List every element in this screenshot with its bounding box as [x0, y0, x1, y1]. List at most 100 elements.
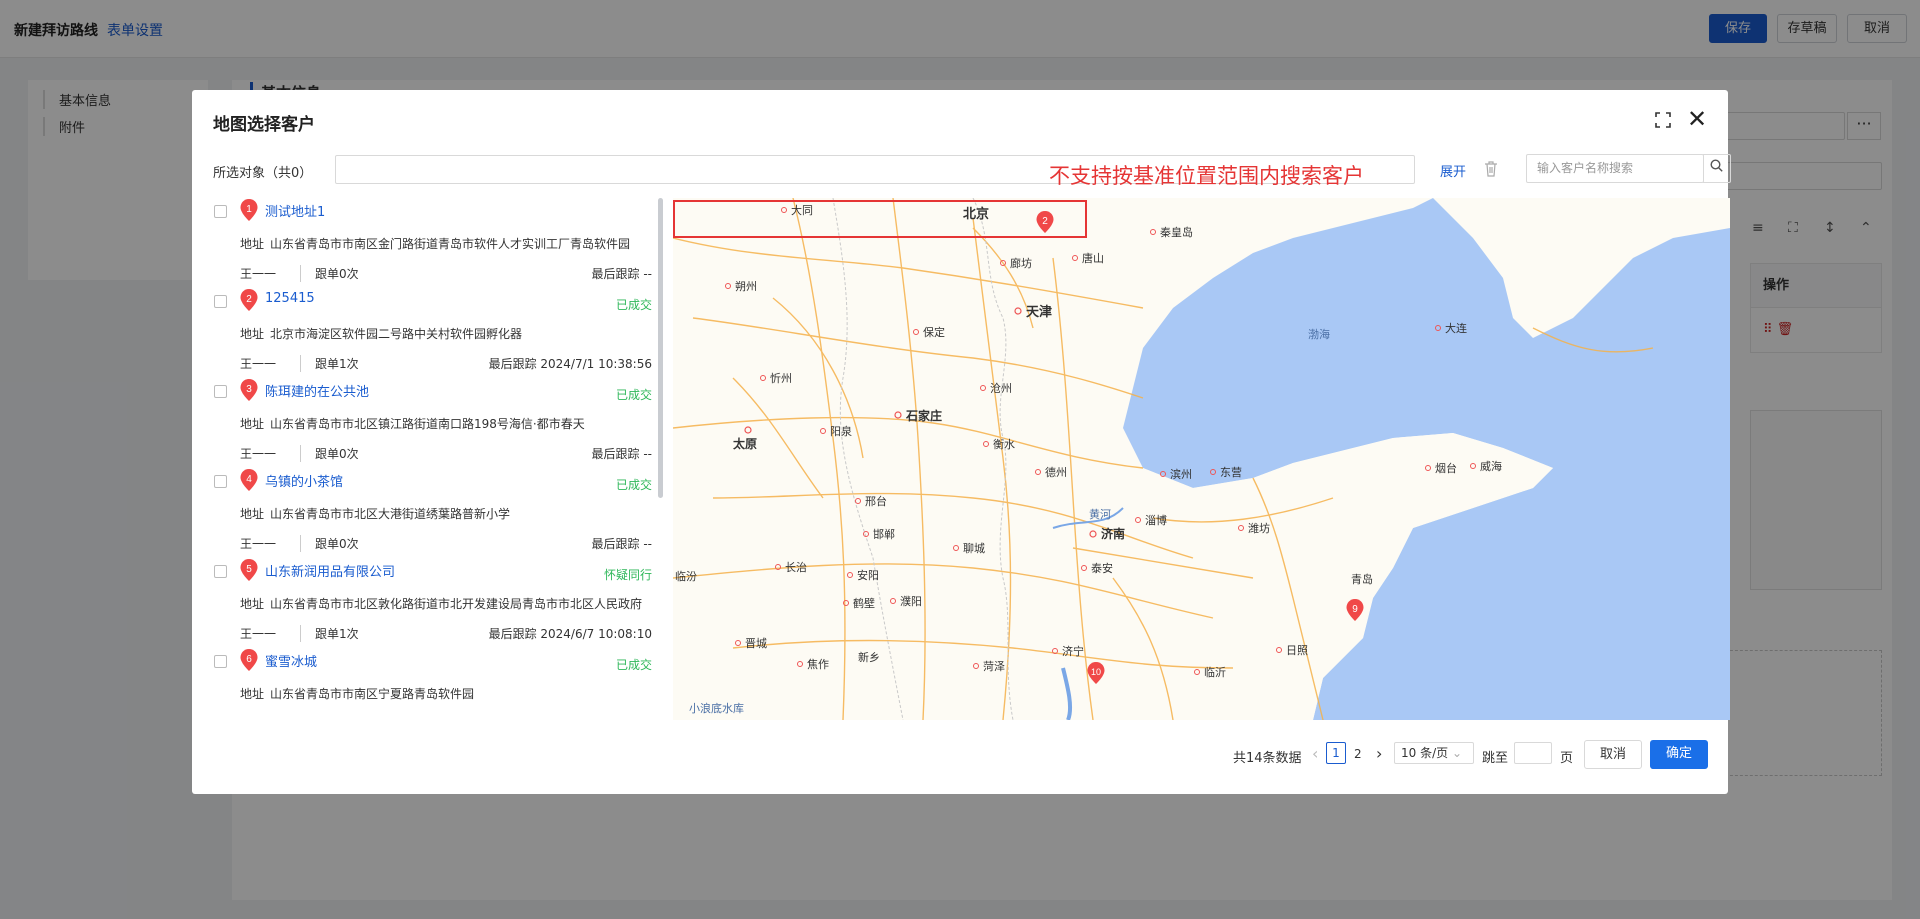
svg-text:保定: 保定 [923, 325, 945, 339]
svg-text:潍坊: 潍坊 [1248, 521, 1270, 535]
svg-text:泰安: 泰安 [1091, 561, 1113, 575]
svg-text:秦皇岛: 秦皇岛 [1160, 225, 1193, 239]
dialog-confirm-button[interactable]: 确定 [1650, 740, 1708, 769]
city-marker: 廊坊 [1000, 256, 1032, 270]
svg-text:烟台: 烟台 [1435, 461, 1457, 475]
svg-text:菏泽: 菏泽 [983, 660, 1005, 673]
customer-name-link[interactable]: 125415 [265, 291, 315, 306]
map-select-customer-dialog: 地图选择客户 ✕ 所选对象（共0） 展开 输入客户名称搜索 1 测试地址1 地址… [192, 90, 1731, 794]
svg-text:石家庄: 石家庄 [905, 408, 942, 423]
svg-text:9: 9 [1352, 604, 1358, 615]
page-1[interactable]: 1 [1326, 742, 1346, 764]
city-marker: 青岛 [1351, 572, 1373, 586]
svg-text:沧州: 沧州 [990, 381, 1012, 395]
map-pin-icon: 4 [240, 469, 258, 491]
list-item: 3 陈珥建的在公共池 已成交 地址 山东省青岛市市北区镇江路街道南口路198号海信… [212, 378, 652, 468]
list-item: 1 测试地址1 地址 山东省青岛市市南区金门路街道青岛市软件人才实训工厂青岛软件园… [212, 198, 652, 288]
svg-text:阳泉: 阳泉 [830, 424, 852, 438]
city-marker: 晋城 [735, 637, 767, 650]
city-marker: 秦皇岛 [1150, 225, 1193, 239]
list-item: 2 125415 已成交 地址 北京市海淀区软件园二号路中关村软件园孵化器 王一一… [212, 288, 652, 378]
follow-count: 跟单1次 [300, 355, 359, 372]
svg-text:6: 6 [246, 654, 252, 665]
city-marker: 唐山 [1072, 251, 1104, 265]
status-badge: 已成交 [615, 388, 652, 402]
svg-text:青岛: 青岛 [1351, 572, 1373, 586]
dialog-cancel-button[interactable]: 取消 [1584, 740, 1642, 769]
last-follow: 最后跟踪 2024/6/7 10:08:10 [488, 627, 652, 641]
total-count: 共14条数据 [1233, 751, 1302, 766]
status-badge: 已成交 [615, 298, 652, 312]
svg-text:大连: 大连 [1445, 321, 1467, 335]
prev-page-icon[interactable]: ‹ [1312, 744, 1318, 763]
list-item: 4 乌镇的小茶馆 已成交 地址 山东省青岛市市北区大港街道绣葉路普新小学 王一一 … [212, 468, 652, 558]
customer-name-link[interactable]: 陈珥建的在公共池 [265, 381, 369, 400]
svg-text:聊城: 聊城 [963, 541, 985, 555]
customer-checkbox[interactable] [214, 295, 227, 308]
customer-checkbox[interactable] [214, 205, 227, 218]
next-page-icon[interactable]: › [1376, 744, 1382, 763]
follow-count: 跟单1次 [300, 625, 359, 642]
customer-checkbox[interactable] [214, 385, 227, 398]
customer-search-input[interactable]: 输入客户名称搜索 [1526, 154, 1704, 183]
city-marker: 阳泉 [820, 424, 852, 438]
city-marker: 渤海 [1308, 327, 1330, 341]
city-marker: 鹤壁 [843, 596, 875, 610]
city-marker: 济南 [1089, 526, 1125, 541]
city-marker: 邯郸 [863, 527, 895, 541]
city-marker: 濮阳 [890, 594, 922, 608]
city-marker: 保定 [913, 325, 945, 339]
address-value: 山东省青岛市市北区大港街道绣葉路普新小学 [270, 507, 511, 521]
svg-text:新乡: 新乡 [858, 650, 880, 664]
close-icon[interactable]: ✕ [1687, 107, 1707, 131]
address-label: 地址 [240, 687, 265, 701]
customer-checkbox[interactable] [214, 475, 227, 488]
city-marker: 焦作 [797, 658, 829, 671]
svg-text:临沂: 临沂 [1204, 665, 1226, 679]
svg-text:濮阳: 濮阳 [900, 594, 922, 608]
svg-text:3: 3 [246, 384, 252, 395]
svg-text:衡水: 衡水 [993, 438, 1015, 451]
fullscreen-icon[interactable] [1655, 112, 1671, 128]
expand-link[interactable]: 展开 [1440, 161, 1466, 180]
svg-text:邯郸: 邯郸 [873, 527, 895, 541]
customer-name-link[interactable]: 山东新润用品有限公司 [265, 561, 395, 580]
trash-icon[interactable] [1484, 161, 1498, 177]
city-marker: 沧州 [980, 381, 1012, 395]
svg-text:渤海: 渤海 [1308, 327, 1330, 341]
jump-page-input[interactable] [1514, 742, 1552, 764]
city-marker: 小浪底水库 [689, 701, 744, 715]
city-marker: 菏泽 [973, 660, 1005, 673]
last-follow: 最后跟踪 2024/7/1 10:38:56 [488, 357, 652, 371]
customer-name-link[interactable]: 测试地址1 [265, 201, 325, 220]
page-size-value: 10 条/页 [1401, 746, 1449, 760]
customer-name-link[interactable]: 乌镇的小茶馆 [265, 471, 343, 490]
svg-text:威海: 威海 [1480, 459, 1502, 473]
search-icon[interactable] [1703, 154, 1731, 183]
svg-text:安阳: 安阳 [857, 568, 879, 582]
svg-text:2: 2 [246, 294, 252, 305]
map-pin-icon: 1 [240, 199, 258, 221]
owner: 王一一 [240, 357, 277, 371]
customer-checkbox[interactable] [214, 565, 227, 578]
map-view[interactable]: 大同 北京 秦皇岛 朔州 廊坊 唐山 保定 天津 渤海 大连 忻州 沧州 石家庄… [673, 198, 1730, 720]
city-marker: 临汾 [675, 569, 697, 583]
svg-text:滨州: 滨州 [1170, 467, 1192, 481]
dialog-title: 地图选择客户 [213, 115, 315, 135]
customer-name-link[interactable]: 蜜雪冰城 [265, 651, 317, 670]
status-badge: 已成交 [615, 478, 652, 492]
svg-text:忻州: 忻州 [770, 372, 792, 385]
owner: 王一一 [240, 447, 277, 461]
svg-text:日照: 日照 [1286, 644, 1308, 657]
svg-text:5: 5 [246, 564, 252, 575]
map-pin-icon: 6 [240, 649, 258, 671]
page-size-select[interactable]: 10 条/页 ⌄ [1394, 742, 1474, 764]
svg-text:廊坊: 廊坊 [1010, 256, 1032, 270]
address-value: 山东省青岛市市南区宁夏路青岛软件园 [270, 687, 475, 701]
svg-text:淄博: 淄博 [1145, 514, 1167, 527]
page-2[interactable]: 2 [1354, 747, 1362, 761]
follow-count: 跟单0次 [300, 445, 359, 462]
city-marker: 忻州 [760, 372, 792, 385]
list-scrollbar[interactable] [658, 198, 663, 498]
customer-checkbox[interactable] [214, 655, 227, 668]
